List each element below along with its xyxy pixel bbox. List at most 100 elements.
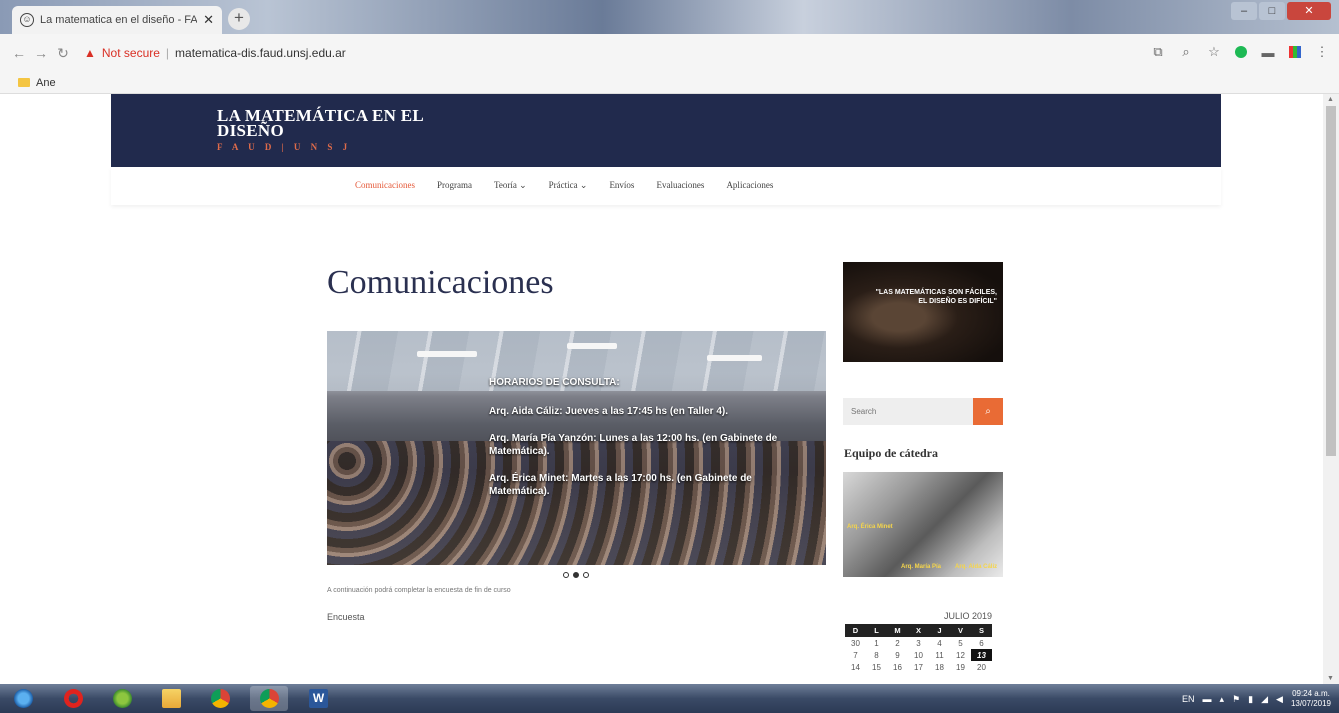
calendar-day: 19: [956, 662, 965, 672]
sidebar-quote-image: "LAS MATEMÁTICAS SON FÁCILES, EL DISEÑO …: [843, 262, 1003, 362]
url-text[interactable]: matematica-dis.faud.unsj.edu.ar: [175, 46, 346, 60]
calendar-week: 14 15 16 17 18 19 20: [845, 661, 992, 673]
ceiling-light: [707, 355, 762, 361]
menu-kebab-icon[interactable]: ⋮: [1315, 44, 1329, 60]
calendar-month: JULIO 2019: [943, 611, 992, 621]
calendar-week: 7 8 9 10 11 12 13: [845, 649, 992, 661]
scroll-up-icon[interactable]: ▲: [1327, 96, 1334, 103]
menu-item-teoria[interactable]: Teoría ⌄: [494, 180, 527, 191]
calendar-day: 10: [914, 650, 923, 660]
calendar-day-today[interactable]: 13: [971, 649, 992, 661]
team-photo-label: Arq. Aida Cáliz: [955, 564, 998, 570]
show-hidden-icons[interactable]: ▴: [1220, 694, 1225, 705]
clock-date: 13/07/2019: [1290, 699, 1331, 708]
menu-item-programa[interactable]: Programa: [437, 180, 472, 191]
bookmark-star-icon[interactable]: ☆: [1207, 44, 1221, 60]
taskbar-chrome-active[interactable]: [250, 686, 288, 711]
menu-item-evaluaciones[interactable]: Evaluaciones: [656, 180, 704, 191]
page-scrollbar[interactable]: ▲ ▼: [1323, 94, 1339, 684]
close-tab-icon[interactable]: ✕: [203, 12, 214, 28]
address-bar[interactable]: ▲ Not secure | matematica-dis.faud.unsj.…: [84, 46, 346, 60]
windows-start-icon: [14, 689, 33, 708]
team-photo-label: Arq. María Pía: [901, 564, 942, 570]
taskbar-chrome[interactable]: [201, 686, 239, 711]
separator: |: [165, 46, 170, 60]
ceiling-light: [567, 343, 617, 349]
quote-text: "LAS MATEMÁTICAS SON FÁCILES, EL DISEÑO …: [876, 288, 997, 306]
survey-link[interactable]: Encuesta: [327, 612, 365, 622]
calendar-dayname: M: [887, 624, 908, 637]
start-button[interactable]: [4, 686, 42, 711]
search-button[interactable]: ⌕: [973, 398, 1003, 425]
signal-icon[interactable]: ◢: [1261, 694, 1268, 705]
menu-item-envios[interactable]: Envíos: [609, 180, 634, 191]
folder-icon: [18, 78, 30, 87]
slide-line: Arq. Aida Cáliz: Jueves a las 17:45 hs (…: [489, 406, 728, 417]
calendar-day: 5: [958, 638, 963, 648]
calendar-dayname: X: [908, 624, 929, 637]
calendar-day: 11: [935, 650, 944, 660]
volume-icon[interactable]: ◀: [1276, 694, 1283, 705]
calendar-table: D L M X J V S 30 1 2 3 4 5 6 7 8 9 10 11…: [845, 624, 992, 673]
taskbar-explorer[interactable]: [152, 686, 190, 711]
browser-tab[interactable]: ☺ La matematica en el diseño - FA ✕: [12, 6, 222, 34]
slide-heading: HORARIOS DE CONSULTA:: [489, 377, 620, 388]
not-secure-label[interactable]: Not secure: [102, 46, 160, 60]
flag-icon[interactable]: ⚑: [1232, 694, 1240, 705]
calendar-day: 4: [937, 638, 942, 648]
ceiling-light: [417, 351, 477, 357]
calendar-day: 18: [935, 662, 944, 672]
calendar-week: 30 1 2 3 4 5 6: [845, 637, 992, 649]
calendar-day: 16: [893, 662, 902, 672]
calendar-day: 2: [895, 638, 900, 648]
language-indicator[interactable]: EN: [1182, 694, 1195, 704]
menu-item-comunicaciones[interactable]: Comunicaciones: [355, 180, 415, 191]
slider-dot-active[interactable]: [573, 572, 579, 578]
calendar-dayname: D: [845, 624, 866, 637]
close-window-button[interactable]: ✕: [1287, 2, 1331, 20]
team-photo-label: Arq. Érica Minet: [847, 524, 893, 530]
warning-icon: ▲: [84, 46, 96, 60]
menu-item-aplicaciones[interactable]: Aplicaciones: [726, 180, 773, 191]
extension-multicolor-icon[interactable]: [1289, 46, 1301, 58]
menu-item-practica[interactable]: Práctica ⌄: [549, 180, 588, 191]
tab-strip: ☺ La matematica en el diseño - FA ✕ + – …: [0, 0, 1339, 34]
keyboard-icon[interactable]: ▬: [1203, 694, 1212, 704]
maximize-button[interactable]: □: [1259, 2, 1285, 20]
chrome-icon: [211, 689, 230, 708]
slider-dot[interactable]: [583, 572, 589, 578]
app-icon: [113, 689, 132, 708]
survey-caption: A continuación podrá completar la encues…: [327, 587, 511, 594]
site-logo[interactable]: LA MATEMÁTICA EN EL DISEÑO: [217, 107, 424, 139]
taskbar-app[interactable]: [103, 686, 141, 711]
widget-title-equipo: Equipo de cátedra: [844, 446, 939, 460]
calendar-day: 1: [874, 638, 879, 648]
scroll-down-icon[interactable]: ▼: [1327, 675, 1334, 682]
calendar-day: 8: [874, 650, 879, 660]
taskbar-word[interactable]: W: [299, 686, 337, 711]
slide-line: Arq. Érica Minet: Martes a las 17:00 hs.…: [489, 473, 752, 497]
main-menu: Comunicaciones Programa Teoría ⌄ Práctic…: [111, 167, 1221, 205]
clock[interactable]: 09:24 a.m. 13/07/2019: [1291, 689, 1331, 709]
search-input[interactable]: [843, 398, 973, 425]
folder-explorer-icon: [162, 689, 181, 708]
taskbar-opera[interactable]: [54, 686, 92, 711]
new-tab-button[interactable]: +: [228, 8, 250, 30]
calendar-dayname: S: [971, 624, 992, 637]
reload-button[interactable]: ↻: [52, 45, 74, 62]
bookmark-folder-ane[interactable]: Ane: [36, 77, 56, 89]
forward-button[interactable]: →: [30, 45, 52, 61]
minimize-button[interactable]: –: [1231, 2, 1257, 20]
scrollbar-thumb[interactable]: [1326, 106, 1336, 456]
system-tray: EN ▬ ▴ ⚑ ▮ ◢ ◀ 09:24 a.m. 13/07/2019: [1182, 689, 1331, 709]
extension-icon[interactable]: ▬: [1261, 45, 1275, 60]
slider-dot[interactable]: [563, 572, 569, 578]
image-slider[interactable]: HORARIOS DE CONSULTA: Arq. Aida Cáliz: J…: [327, 331, 826, 565]
back-button[interactable]: ←: [8, 45, 30, 61]
network-icon[interactable]: ▮: [1248, 694, 1253, 705]
translate-icon[interactable]: ⧉: [1151, 44, 1165, 60]
extension-green-icon[interactable]: [1235, 46, 1247, 58]
search-form: ⌕: [843, 398, 1003, 425]
zoom-icon[interactable]: ⌕: [1179, 44, 1193, 60]
calendar-day: 9: [895, 650, 900, 660]
